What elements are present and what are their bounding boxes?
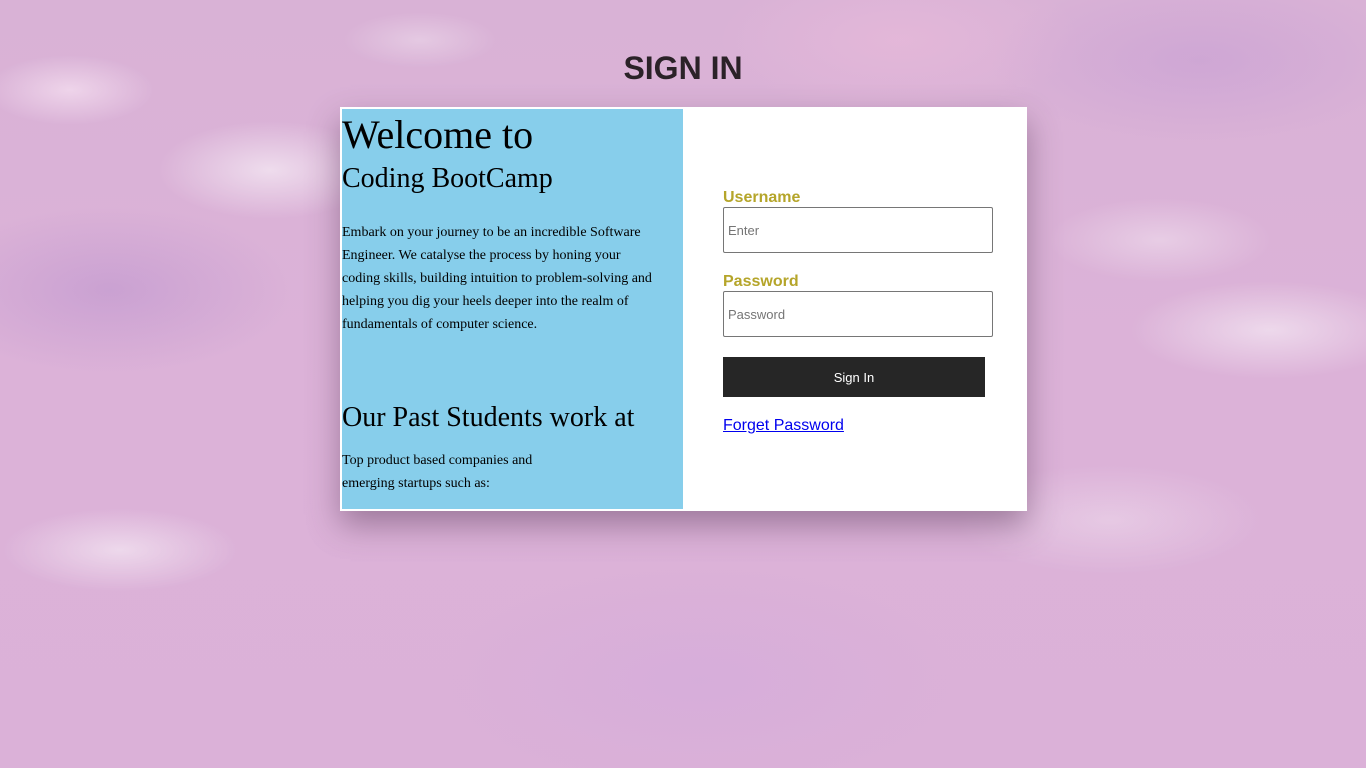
intro-text: Embark on your journey to be an incredib… [342, 225, 652, 332]
password-input[interactable] [723, 291, 993, 337]
username-input[interactable] [723, 207, 993, 253]
past-students-heading: Our Past Students work at [342, 402, 635, 433]
page-title: SIGN IN [623, 50, 743, 86]
sign-in-card: Welcome to Coding BootCamp Embark on you… [340, 107, 1027, 511]
username-label: Username [723, 189, 801, 206]
forget-password-link[interactable]: Forget Password [723, 416, 844, 436]
past-students-text: Top product based companies and emerging… [342, 453, 533, 491]
brand-heading: Coding BootCamp [342, 163, 553, 194]
login-form: Username Password Sign In Forget Passwor… [683, 107, 1027, 511]
password-label: Password [723, 273, 799, 290]
sign-in-page: { "page": { "title": "SIGN IN" }, "left_… [0, 0, 1366, 768]
welcome-heading: Welcome to [342, 112, 534, 157]
welcome-panel: Welcome to Coding BootCamp Embark on you… [342, 109, 683, 509]
sign-in-button[interactable]: Sign In [723, 357, 985, 397]
